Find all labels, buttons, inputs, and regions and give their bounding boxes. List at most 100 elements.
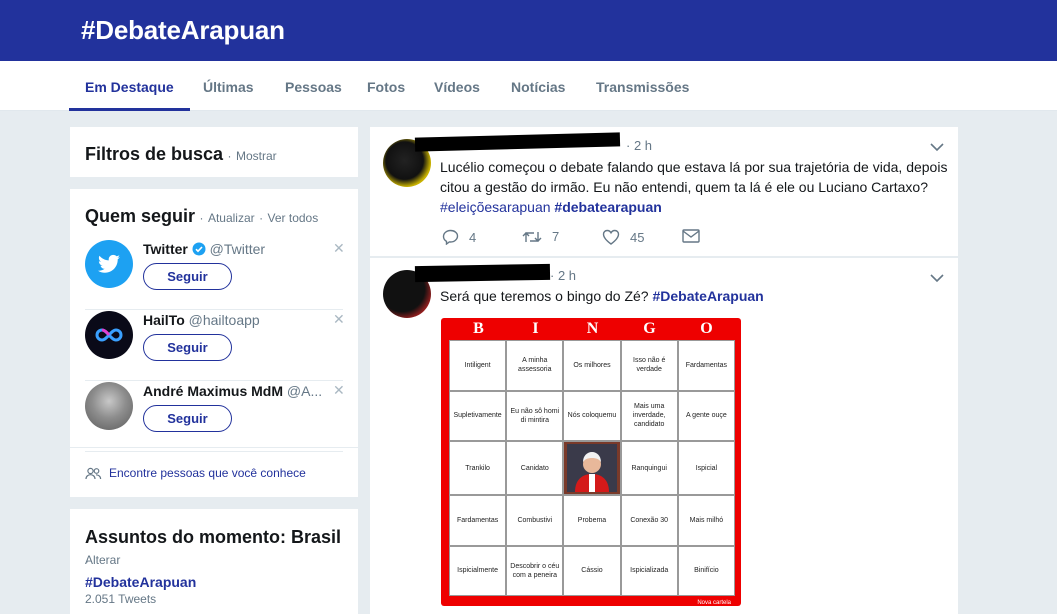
hashtag-link[interactable]: #eleiçõesarapuan — [440, 199, 551, 215]
envelope-icon — [682, 229, 700, 243]
account-handle: @hailtoapp — [188, 312, 260, 328]
redacted-name — [414, 263, 551, 283]
bingo-cell: Ispicial — [677, 441, 735, 495]
bingo-cell: Mais uma inverdade, candidato — [620, 390, 678, 441]
tweet-time[interactable]: 2 h — [558, 268, 576, 283]
dismiss-icon[interactable]: ✕ — [333, 311, 345, 328]
bingo-cell: Mais milhó — [677, 495, 735, 546]
candidate-photo-icon — [566, 444, 617, 492]
dismiss-icon[interactable]: ✕ — [333, 382, 345, 399]
tab-pessoas[interactable]: Pessoas — [269, 61, 358, 111]
bingo-cell: A minha assessoria — [506, 340, 564, 391]
bingo-letter: B — [473, 320, 484, 337]
follow-button[interactable]: Seguir — [143, 334, 232, 361]
retweet-button[interactable]: 7 — [522, 229, 559, 244]
tab-ultimas[interactable]: Últimas — [187, 61, 270, 111]
view-all-link[interactable]: Ver todos — [268, 211, 319, 225]
filters-show-link[interactable]: Mostrar — [236, 149, 277, 163]
tweet-text: Lucélio começou o debate falando que est… — [440, 159, 948, 215]
reply-count: 4 — [469, 229, 477, 245]
bingo-cell: Isso não é verdade — [620, 340, 678, 391]
bingo-cell: Conexão 30 — [620, 495, 678, 546]
bingo-cell: Binifício — [677, 545, 735, 596]
follow-suggestion: Twitter @Twitter ✕ Seguir — [85, 240, 345, 310]
follow-button[interactable]: Seguir — [143, 263, 232, 290]
follow-suggestion: André Maximus MdM @A... ✕ Seguir — [85, 382, 345, 452]
bingo-cell: Nós coloquemu — [563, 390, 621, 441]
tab-em-destaque[interactable]: Em Destaque — [69, 61, 190, 111]
avatar[interactable] — [85, 382, 133, 430]
find-people-label: Encontre pessoas que você conhece — [109, 466, 306, 480]
bingo-cell: Cássio — [563, 545, 621, 596]
account-name[interactable]: HailTo — [143, 312, 185, 328]
search-filters-card: Filtros de busca · Mostrar — [70, 127, 358, 177]
bingo-cell: Descobrir o céu com a peneira — [506, 545, 564, 596]
direct-message-button[interactable] — [682, 229, 700, 243]
verified-badge-icon — [192, 242, 206, 256]
trends-title: Assuntos do momento: Brasil — [85, 527, 342, 547]
bingo-letter: N — [586, 320, 599, 337]
like-button[interactable]: 45 — [602, 229, 644, 245]
hashtag-link[interactable]: #DebateArapuan — [652, 288, 763, 304]
tab-bar: Em Destaque Últimas Pessoas Fotos Vídeos… — [0, 61, 1057, 111]
top-bar: #DebateArapuan — [0, 0, 1057, 61]
bingo-cell: Supletivamente — [449, 390, 507, 441]
hashtag-link[interactable]: #debatearapuan — [554, 199, 661, 215]
avatar[interactable] — [85, 311, 133, 359]
reply-button[interactable]: 4 — [442, 229, 476, 245]
chevron-down-icon[interactable] — [930, 270, 944, 286]
bingo-cell: Combustivi — [506, 495, 564, 546]
bingo-header: B I N G O — [441, 318, 741, 340]
bingo-cell: Eu não sô homi di mintira — [506, 390, 564, 441]
bingo-card-image[interactable]: B I N G O Intiligent A minha assessoria … — [441, 318, 741, 606]
tab-transmissoes[interactable]: Transmissões — [580, 61, 705, 111]
trend-item[interactable]: #DebateArapuan — [85, 574, 196, 590]
dismiss-icon[interactable]: ✕ — [333, 240, 345, 257]
page-title: #DebateArapuan — [81, 15, 285, 45]
avatar[interactable] — [85, 240, 133, 288]
tweet[interactable]: · 2 h Será que teremos o bingo do Zé? #D… — [370, 258, 958, 614]
bingo-cell: Canidato — [506, 441, 564, 495]
find-people-link[interactable]: Encontre pessoas que você conhece — [85, 466, 306, 480]
bingo-letter: O — [700, 320, 713, 337]
divider — [70, 447, 358, 448]
heart-icon — [602, 229, 620, 245]
tab-videos[interactable]: Vídeos — [418, 61, 496, 111]
tweet[interactable]: · 2 h Lucélio começou o debate falando q… — [370, 127, 958, 257]
tweet-actions: 4 7 45 — [442, 229, 742, 249]
who-to-follow-card: Quem seguir · Atualizar · Ver todos Twit… — [70, 189, 358, 497]
retweet-count: 7 — [552, 229, 560, 244]
bingo-cell: Intiligent — [449, 340, 507, 391]
bingo-cell: Ispicialmente — [449, 545, 507, 596]
account-handle: @A... — [286, 383, 323, 399]
retweet-icon — [522, 231, 542, 242]
account-name[interactable]: Twitter — [143, 241, 188, 257]
change-trends-link[interactable]: Alterar — [85, 553, 120, 567]
who-to-follow-title: Quem seguir — [85, 206, 196, 226]
bingo-footer: Nova cartela — [697, 600, 731, 606]
tweet-text: Será que teremos o bingo do Zé? #DebateA… — [440, 288, 764, 304]
tab-fotos[interactable]: Fotos — [351, 61, 421, 111]
bingo-cell: A gente ouçe — [677, 390, 735, 441]
redacted-name — [414, 132, 621, 152]
reply-icon — [442, 229, 459, 245]
account-name[interactable]: André Maximus MdM — [143, 383, 283, 399]
twitter-bird-icon — [98, 254, 120, 273]
follow-suggestion: HailTo @hailtoapp ✕ Seguir — [85, 311, 345, 381]
bingo-cell: Probema — [563, 495, 621, 546]
filters-title: Filtros de busca — [85, 144, 224, 164]
bingo-letter: G — [643, 320, 656, 337]
refresh-link[interactable]: Atualizar — [208, 211, 255, 225]
like-count: 45 — [630, 229, 645, 245]
bingo-grid: Intiligent A minha assessoria Os milhore… — [449, 340, 735, 596]
chevron-down-icon[interactable] — [930, 139, 944, 155]
trend-count: 2.051 Tweets — [85, 592, 157, 606]
tab-noticias[interactable]: Notícias — [495, 61, 581, 111]
bingo-cell: Os milhores — [563, 340, 621, 391]
tweet-time[interactable]: 2 h — [634, 138, 652, 153]
bingo-cell: Ranquingui — [620, 441, 678, 495]
account-handle: @Twitter — [209, 241, 266, 257]
follow-button[interactable]: Seguir — [143, 405, 232, 432]
bingo-cell: Trankilo — [449, 441, 507, 495]
bingo-center-photo — [563, 441, 621, 495]
